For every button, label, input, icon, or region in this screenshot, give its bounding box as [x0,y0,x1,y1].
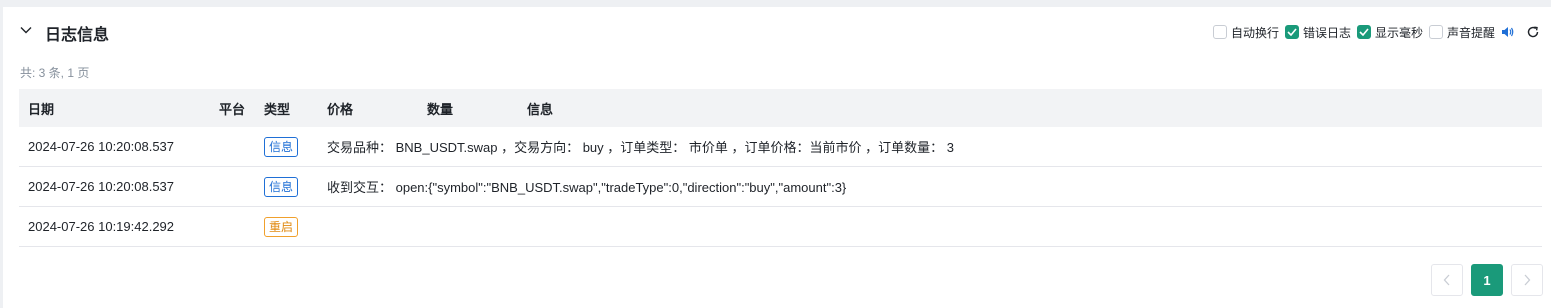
table-row: 2024-07-26 10:20:08.537 信息 收到交互： open:{"… [19,167,1542,207]
log-panel: 日志信息 自动换行 错误日志 显示毫秒 声音提醒 共: 3 条, 1 页 日期 … [3,7,1551,308]
option-label: 声音提醒 [1446,25,1495,40]
table-header: 日期 平台 类型 价格 数量 信息 [19,89,1542,127]
panel-header: 日志信息 自动换行 错误日志 显示毫秒 声音提醒 [3,7,1551,55]
option-sound-alert[interactable]: 声音提醒 [1428,24,1495,41]
header-type: 类型 [264,101,291,117]
option-label: 错误日志 [1302,25,1351,40]
option-auto-wrap[interactable]: 自动换行 [1212,24,1279,41]
chevron-down-icon[interactable] [19,23,33,37]
speaker-icon[interactable] [1499,24,1515,40]
refresh-icon[interactable] [1525,24,1541,40]
option-label: 自动换行 [1230,25,1279,40]
option-error-log[interactable]: 错误日志 [1284,24,1351,41]
record-summary: 共: 3 条, 1 页 [20,66,90,80]
header-info: 信息 [527,101,554,117]
row-info: 交易品种： BNB_USDT.swap ，交易方向： buy ，订单类型： 市价… [327,140,954,155]
row-info: 收到交互： open:{"symbol":"BNB_USDT.swap","tr… [327,180,847,195]
show-ms-checkbox[interactable] [1356,25,1371,39]
header-date: 日期 [28,101,55,117]
type-tag: 信息 [264,136,299,157]
check-icon [1359,28,1369,36]
option-label: 显示毫秒 [1374,25,1423,40]
header-quantity: 数量 [427,101,454,117]
check-icon [1287,28,1297,36]
type-tag: 信息 [264,176,299,197]
chevron-right-icon [1524,274,1531,286]
chevron-left-icon [1443,274,1450,286]
table-row: 2024-07-26 10:19:42.292 重启 [19,207,1542,247]
sound-alert-checkbox[interactable] [1428,25,1443,39]
type-tag: 重启 [264,216,299,237]
row-date: 2024-07-26 10:20:08.537 [28,179,175,194]
error-log-checkbox[interactable] [1284,25,1299,39]
row-date: 2024-07-26 10:19:42.292 [28,219,175,234]
log-options: 自动换行 错误日志 显示毫秒 声音提醒 [1212,23,1551,41]
log-table: 日期 平台 类型 价格 数量 信息 2024-07-26 10:20:08.53… [19,89,1542,247]
auto-wrap-checkbox[interactable] [1212,25,1227,39]
header-platform: 平台 [219,101,246,117]
pagination: 1 [1423,264,1543,296]
next-page-button[interactable] [1511,264,1543,296]
header-price: 价格 [327,101,354,117]
panel-title: 日志信息 [45,27,110,44]
prev-page-button[interactable] [1431,264,1463,296]
row-date: 2024-07-26 10:20:08.537 [28,139,175,154]
option-show-ms[interactable]: 显示毫秒 [1356,24,1423,41]
page-button-current[interactable]: 1 [1471,264,1503,296]
table-row: 2024-07-26 10:20:08.537 信息 交易品种： BNB_USD… [19,127,1542,167]
